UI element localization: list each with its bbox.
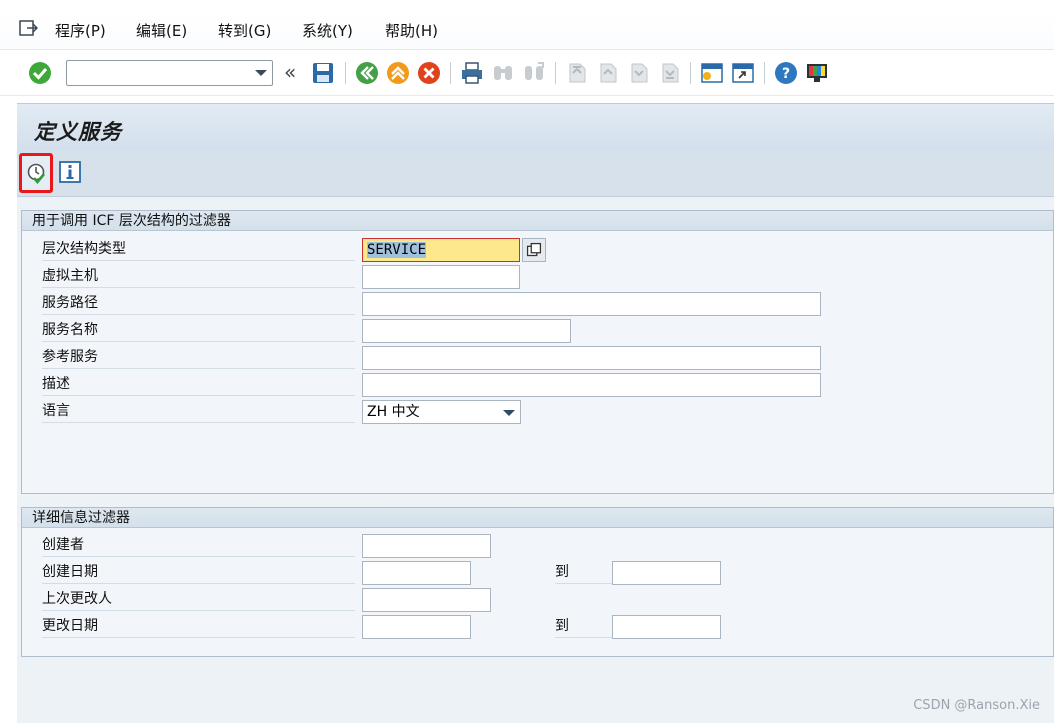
info-icon[interactable] — [59, 161, 81, 183]
detail-filter-group: 详细信息过滤器 创建者 创建日期 到 上次更改人 更改日期 到 — [21, 507, 1054, 657]
find-icon[interactable] — [491, 61, 515, 85]
service-path-field[interactable] — [362, 292, 821, 316]
menu-bar: 程序(P) 编辑(E) 转到(G) 系统(Y) 帮助(H) — [0, 10, 1054, 50]
created-by-field[interactable] — [362, 534, 491, 558]
hierarchy-type-field[interactable]: SERVICE — [362, 238, 520, 262]
field-label-last-changed-by: 上次更改人 — [42, 588, 355, 611]
range-to-label: 到 — [555, 561, 613, 584]
menu-goto[interactable]: 转到(G) — [218, 20, 271, 41]
menu-icon[interactable] — [18, 18, 38, 38]
field-label-language: 语言 — [42, 400, 355, 423]
menu-program[interactable]: 程序(P) — [55, 20, 106, 41]
prev-page-icon[interactable] — [596, 61, 620, 85]
exit-icon[interactable] — [386, 61, 410, 85]
field-label-created-on: 创建日期 — [42, 561, 355, 584]
field-label-hierarchy-type: 层次结构类型 — [42, 238, 355, 261]
application-toolbar — [17, 151, 1054, 197]
value-help-button[interactable] — [522, 238, 546, 262]
last-page-icon[interactable] — [658, 61, 682, 85]
shortcut-icon[interactable] — [731, 61, 755, 85]
menu-system[interactable]: 系统(Y) — [302, 20, 353, 41]
customize-layout-icon[interactable] — [805, 61, 829, 85]
page-title: 定义服务 — [34, 120, 122, 144]
back-icon[interactable] — [355, 61, 379, 85]
first-page-icon[interactable] — [565, 61, 589, 85]
execute-icon — [27, 163, 46, 185]
changed-on-to-field[interactable] — [612, 615, 721, 639]
field-label-service-path: 服务路径 — [42, 292, 355, 315]
help-icon[interactable]: ? — [774, 61, 798, 85]
reference-service-field[interactable] — [362, 346, 821, 370]
print-icon[interactable] — [460, 61, 484, 85]
field-label-virtual-host: 虚拟主机 — [42, 265, 355, 288]
main-content: 用于调用 ICF 层次结构的过滤器 层次结构类型 SERVICE 虚拟主机 服务… — [17, 197, 1054, 723]
find-next-icon[interactable] — [522, 61, 546, 85]
save-icon[interactable] — [311, 61, 335, 85]
field-label-created-by: 创建者 — [42, 534, 355, 557]
language-value: ZH 中文 — [367, 404, 420, 420]
group-title: 用于调用 ICF 层次结构的过滤器 — [22, 211, 1053, 231]
group-title: 详细信息过滤器 — [22, 508, 1053, 528]
field-label-reference-service: 参考服务 — [42, 346, 355, 369]
cancel-icon[interactable] — [417, 61, 441, 85]
collapse-command-field-icon[interactable]: « — [284, 60, 296, 84]
created-on-from-field[interactable] — [362, 561, 471, 585]
virtual-host-field[interactable] — [362, 265, 520, 289]
changed-on-from-field[interactable] — [362, 615, 471, 639]
menu-edit[interactable]: 编辑(E) — [136, 20, 187, 41]
menu-help[interactable]: 帮助(H) — [385, 20, 438, 41]
chevron-down-icon[interactable] — [255, 70, 267, 76]
language-select[interactable]: ZH 中文 — [362, 400, 521, 424]
enter-icon[interactable] — [28, 61, 52, 85]
next-page-icon[interactable] — [627, 61, 651, 85]
title-bar: 定义服务 — [17, 103, 1054, 151]
service-name-field[interactable] — [362, 319, 571, 343]
field-label-description: 描述 — [42, 373, 355, 396]
new-session-icon[interactable] — [700, 61, 724, 85]
last-changed-by-field[interactable] — [362, 588, 491, 612]
command-field[interactable] — [66, 60, 273, 86]
field-label-service-name: 服务名称 — [42, 319, 355, 342]
copy-icon — [526, 242, 542, 257]
range-to-label: 到 — [555, 615, 613, 638]
execute-button[interactable] — [19, 153, 53, 193]
svg-text:?: ? — [782, 66, 790, 82]
watermark-credit: CSDN @Ranson.Xie — [913, 698, 1040, 713]
created-on-to-field[interactable] — [612, 561, 721, 585]
field-label-changed-on: 更改日期 — [42, 615, 355, 638]
command-input[interactable] — [71, 62, 251, 84]
chevron-down-icon[interactable] — [503, 410, 515, 416]
icf-filter-group: 用于调用 ICF 层次结构的过滤器 层次结构类型 SERVICE 虚拟主机 服务… — [21, 210, 1054, 494]
description-field[interactable] — [362, 373, 821, 397]
